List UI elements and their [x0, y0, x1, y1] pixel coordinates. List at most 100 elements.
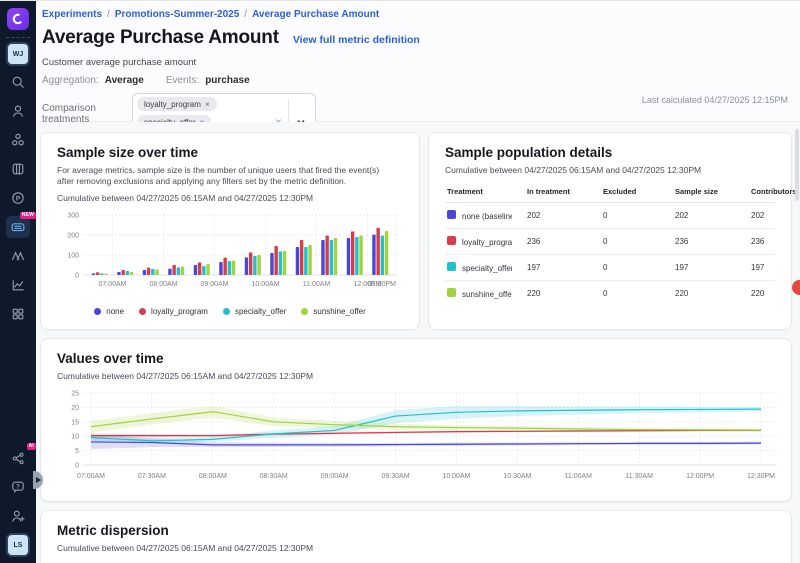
dispersion-title: Metric dispersion: [57, 523, 775, 538]
catalog-icon[interactable]: [6, 158, 30, 180]
cell-contributors: 220: [749, 281, 775, 307]
cell-excluded: 0: [601, 229, 673, 255]
aggregation-row: Aggregation: Average Events: purchase: [42, 75, 788, 86]
svg-text:07:30AM: 07:30AM: [138, 473, 166, 480]
cell-excluded: 0: [601, 255, 673, 281]
chip-remove-icon[interactable]: ×: [205, 99, 210, 109]
svg-text:12:00PM: 12:00PM: [686, 473, 714, 480]
workspace-avatar[interactable]: WJ: [8, 44, 28, 64]
legend-dot: [94, 308, 101, 315]
legend-loyalty-program[interactable]: loyalty_program: [139, 307, 208, 316]
population-table: Treatment In treatment Excluded Sample s…: [445, 184, 775, 306]
breadcrumb-metric-name[interactable]: Average Purchase Amount: [252, 9, 379, 20]
svg-text:10:00AM: 10:00AM: [442, 473, 470, 480]
sample-size-description: For average metrics, sample size is the …: [57, 165, 397, 188]
metrics-icon[interactable]: [6, 274, 30, 296]
chip-loyalty-program[interactable]: loyalty_program ×: [137, 97, 217, 111]
notification-beacon[interactable]: [792, 280, 800, 295]
experiments-icon[interactable]: NEW: [6, 216, 30, 238]
legend-sunshine-offer[interactable]: sunshine_offer: [301, 307, 365, 316]
breadcrumb-experiment-name[interactable]: Promotions-Summer-2025: [115, 9, 239, 20]
search-icon[interactable]: [6, 71, 30, 93]
svg-text:08:00AM: 08:00AM: [199, 473, 227, 480]
legend-none[interactable]: none: [94, 307, 124, 316]
cell-sample-size: 220: [673, 281, 749, 307]
treatment-name: sunshine_offer: [462, 290, 512, 299]
invite-user-icon[interactable]: [6, 505, 30, 527]
events-value: purchase: [205, 75, 249, 86]
sidebar: WJ P: [0, 1, 36, 563]
cell-contributors: 202: [749, 203, 775, 229]
svg-text:10:00AM: 10:00AM: [251, 281, 279, 288]
chart-legend: none loyalty_program specialty_offer: [57, 307, 403, 316]
svg-text:20: 20: [71, 405, 79, 412]
cell-contributors: 197: [749, 255, 775, 281]
table-row: specialty_offer 197 0 197 197: [445, 255, 775, 281]
svg-text:11:00AM: 11:00AM: [565, 473, 593, 480]
cell-in-treatment: 197: [525, 255, 601, 281]
user-avatar[interactable]: LS: [8, 535, 28, 555]
table-row: none (baseline) 202 0 202 202: [445, 203, 775, 229]
legend-specialty-offer[interactable]: specialty_offer: [223, 307, 286, 316]
main-area: Experiments / Promotions-Summer-2025 / A…: [36, 1, 800, 563]
svg-text:25: 25: [71, 391, 79, 398]
svg-text:0: 0: [75, 463, 79, 470]
values-chart: 051015202507:00AM07:30AM08:00AM08:30AM09…: [57, 387, 775, 502]
handle-arrow-icon: [36, 477, 41, 483]
svg-text:15: 15: [71, 419, 79, 426]
new-badge: NEW: [20, 212, 36, 219]
values-card: Values over time Cumulative between 04/2…: [40, 338, 792, 502]
sample-size-title: Sample size over time: [57, 145, 403, 160]
cell-in-treatment: 220: [525, 281, 601, 307]
statsig-logo-glyph: [11, 12, 25, 26]
content-area: Sample size over time For average metric…: [36, 122, 800, 563]
help-icon[interactable]: ?: [6, 476, 30, 498]
svg-text:10:30AM: 10:30AM: [503, 473, 531, 480]
svg-text:200: 200: [67, 232, 79, 239]
legend-label: specialty_offer: [235, 307, 286, 316]
svg-text:08:00AM: 08:00AM: [149, 281, 177, 288]
legend-dot: [301, 308, 308, 315]
cell-sample-size: 197: [673, 255, 749, 281]
cell-contributors: 236: [749, 229, 775, 255]
dispersion-card: Metric dispersion Cumulative between 04/…: [40, 510, 792, 563]
table-row: loyalty_program 236 0 236 236: [445, 229, 775, 255]
cell-excluded: 0: [601, 203, 673, 229]
treatment-name: loyalty_program: [462, 238, 512, 247]
dashboards-icon[interactable]: [6, 303, 30, 325]
ai-badge: AI: [27, 443, 36, 450]
cell-sample-size: 236: [673, 229, 749, 255]
app-root: WJ P: [0, 0, 800, 563]
segments-icon[interactable]: [6, 129, 30, 151]
holdouts-icon[interactable]: [6, 245, 30, 267]
legend-dot: [223, 308, 230, 315]
treatment-swatch: [447, 236, 456, 245]
svg-text:08:30AM: 08:30AM: [260, 473, 288, 480]
aggregation-value: Average: [105, 75, 144, 86]
statsig-logo[interactable]: [7, 8, 29, 30]
svg-text:?: ?: [16, 484, 20, 490]
cell-sample-size: 202: [673, 203, 749, 229]
legend-label: sunshine_offer: [313, 307, 365, 316]
view-metric-definition-link[interactable]: View full metric definition: [293, 34, 420, 46]
treatment-name: none (baseline): [462, 212, 512, 221]
aggregation-label: Aggregation:: [42, 75, 99, 86]
ai-assistant-icon[interactable]: AI: [6, 447, 30, 469]
legend-label: none: [106, 307, 124, 316]
col-treatment: Treatment: [445, 184, 525, 203]
breadcrumb-experiments[interactable]: Experiments: [42, 9, 102, 20]
pulse-icon[interactable]: P: [6, 187, 30, 209]
col-in-treatment: In treatment: [525, 184, 601, 203]
population-title: Sample population details: [445, 145, 775, 160]
sidebar-divider: [6, 37, 30, 38]
scrollbar-thumb[interactable]: [795, 129, 799, 201]
col-excluded: Excluded: [601, 184, 673, 203]
svg-text:P: P: [16, 195, 21, 202]
svg-text:5: 5: [75, 448, 79, 455]
users-icon[interactable]: [6, 100, 30, 122]
svg-text:11:00AM: 11:00AM: [303, 281, 331, 288]
cell-excluded: 0: [601, 281, 673, 307]
treatment-name: specialty_offer: [462, 264, 512, 273]
sample-size-range: Cumulative between 04/27/2025 06:15AM an…: [57, 193, 403, 203]
svg-text:07:00AM: 07:00AM: [77, 473, 105, 480]
